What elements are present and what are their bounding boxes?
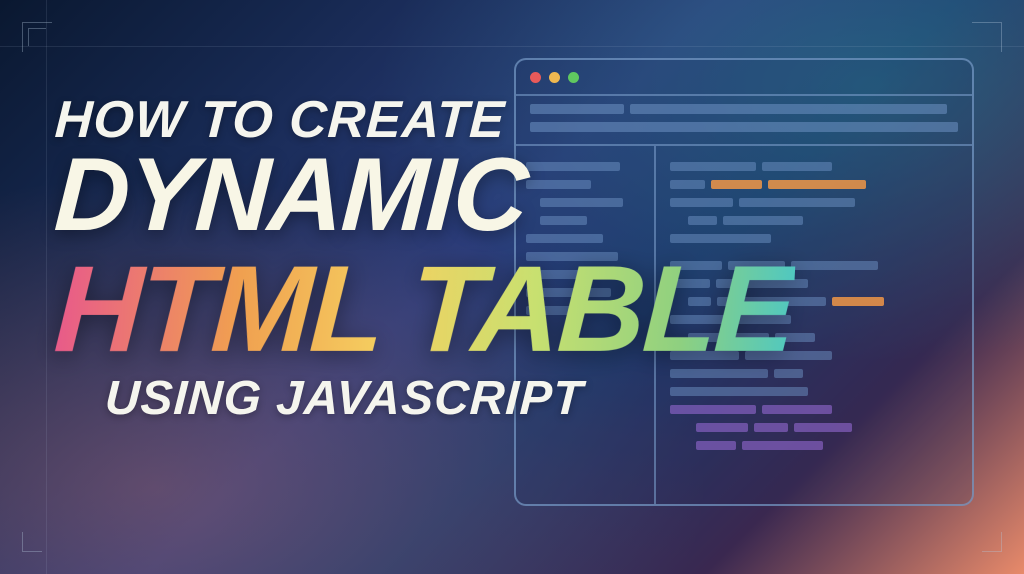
- title-line-3: HTML TABLE: [52, 253, 796, 365]
- traffic-lights: [530, 72, 579, 83]
- title-line-4: USING JAVASCRIPT: [104, 371, 795, 426]
- title-line-2: DYNAMIC: [52, 146, 795, 245]
- maximize-icon: [568, 72, 579, 83]
- title-block: HOW TO CREATE DYNAMIC HTML TABLE USING J…: [55, 90, 793, 426]
- close-icon: [530, 72, 541, 83]
- minimize-icon: [549, 72, 560, 83]
